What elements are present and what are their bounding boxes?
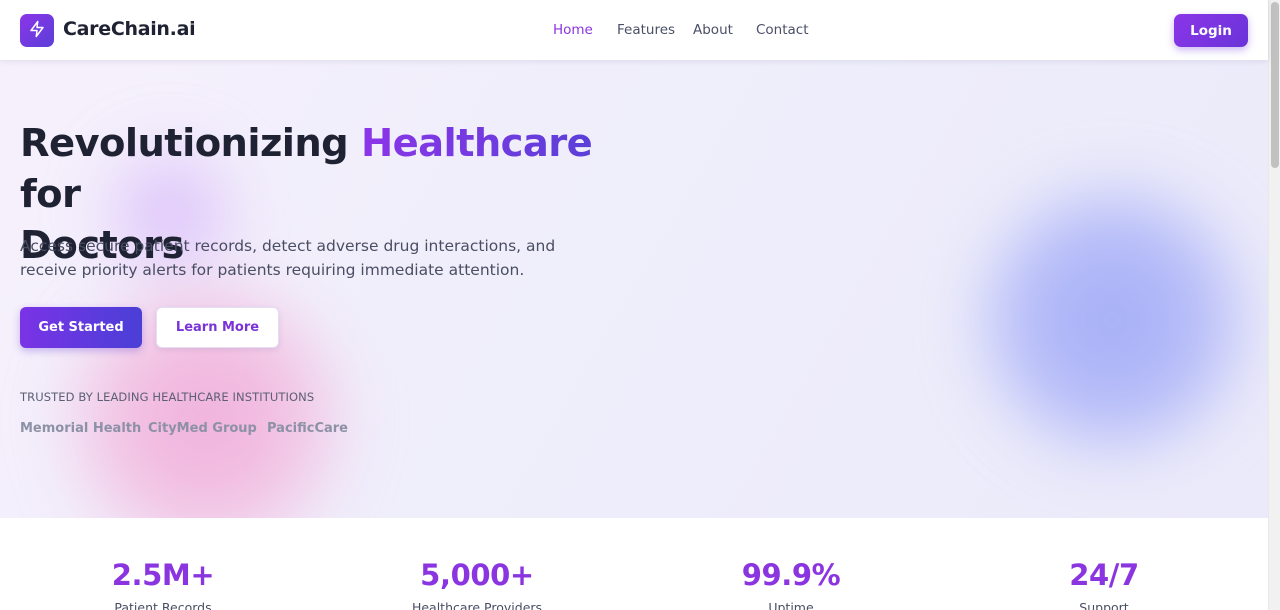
partner-memorial-health: Memorial Health xyxy=(20,421,142,436)
nav-link-features[interactable]: Features xyxy=(617,22,675,38)
scrollbar-thumb[interactable] xyxy=(1271,2,1279,168)
stat-uptime: 99.9% Uptime xyxy=(691,558,891,610)
trusted-by-label: TRUSTED BY LEADING HEALTHCARE INSTITUTIO… xyxy=(20,390,315,404)
stat-label: Patient Records xyxy=(114,600,212,610)
page-scrollbar[interactable] xyxy=(1268,0,1280,610)
learn-more-button[interactable]: Learn More xyxy=(156,307,279,348)
stat-value: 24/7 xyxy=(1069,558,1139,592)
stat-support: 24/7 Support xyxy=(1004,558,1204,610)
hero-section: Revolutionizing Healthcare for Doctors Ac… xyxy=(0,60,1268,518)
brand-name[interactable]: CareChain.ai xyxy=(63,18,196,40)
get-started-button[interactable]: Get Started xyxy=(20,307,142,348)
hero-title-part2: for xyxy=(20,172,81,217)
stat-label: Support xyxy=(1079,600,1129,610)
hero-subtitle: Access secure patient records, detect ad… xyxy=(20,237,556,279)
stat-label: Uptime xyxy=(768,600,814,610)
stats-section: 2.5M+ Patient Records 5,000+ Healthcare … xyxy=(0,518,1268,610)
nav-link-contact[interactable]: Contact xyxy=(756,22,809,38)
decorative-blue-blob xyxy=(965,170,1260,470)
nav-link-home[interactable]: Home xyxy=(553,22,593,38)
partner-pacificcare: PacificCare xyxy=(267,421,348,436)
stat-value: 2.5M+ xyxy=(111,558,215,592)
hero-title-accent: Healthcare xyxy=(360,121,593,166)
stat-patient-records: 2.5M+ Patient Records xyxy=(63,558,263,610)
stat-value: 5,000+ xyxy=(420,558,534,592)
hero-title-part1: Revolutionizing xyxy=(20,121,349,166)
stat-label: Healthcare Providers xyxy=(411,600,543,610)
stat-healthcare-providers: 5,000+ Healthcare Providers xyxy=(377,558,577,610)
nav-link-about[interactable]: About xyxy=(693,22,733,38)
top-navbar: CareChain.ai Home Features About Contact… xyxy=(0,0,1268,60)
lightning-bolt-icon xyxy=(28,20,46,42)
stat-value: 99.9% xyxy=(741,558,841,592)
partner-citymed-group: CityMed Group xyxy=(148,421,257,436)
brand-logo[interactable] xyxy=(20,14,54,47)
login-button[interactable]: Login xyxy=(1174,14,1248,47)
